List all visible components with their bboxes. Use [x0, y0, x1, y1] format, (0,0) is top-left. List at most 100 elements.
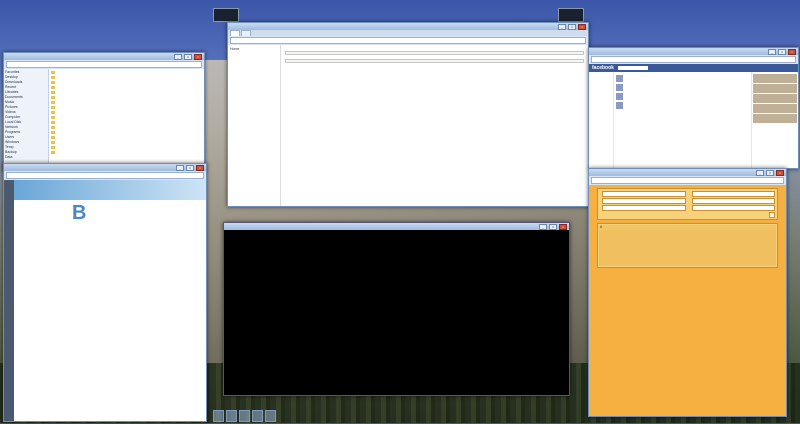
- explorer-window[interactable]: _ □ × Favorites Desktop Downloads Recent Lib…: [3, 52, 205, 172]
- facebook-right-column[interactable]: [752, 72, 798, 168]
- close-button[interactable]: ×: [776, 169, 784, 176]
- facebook-browser-window[interactable]: _ □ × facebook: [588, 47, 799, 169]
- file-row[interactable]: [51, 150, 202, 155]
- terminal-output[interactable]: [224, 230, 569, 396]
- facebook-logo[interactable]: facebook: [592, 64, 614, 72]
- db-icon[interactable]: [265, 410, 276, 422]
- document-browser-window[interactable]: _ □ × Home: [227, 22, 589, 207]
- terminal-window[interactable]: _ □ ×: [223, 222, 570, 396]
- table-cell: [687, 265, 705, 266]
- file-date: [148, 150, 182, 155]
- database-field: [690, 205, 775, 211]
- table-cell: [651, 265, 670, 266]
- doc-sidebar[interactable]: Home: [228, 45, 281, 206]
- sponsored-image[interactable]: [753, 84, 797, 93]
- facebook-post: [616, 93, 749, 100]
- database-field: [690, 191, 775, 197]
- doc-sidebar-link[interactable]: Home: [230, 47, 278, 52]
- minimize-button[interactable]: _: [768, 48, 776, 55]
- pdf-icon[interactable]: [252, 410, 263, 422]
- table-row[interactable]: [599, 265, 776, 266]
- sponsored-image[interactable]: [753, 114, 797, 123]
- table-cell: [722, 265, 741, 266]
- facebook-post: [616, 102, 749, 109]
- database-field: [600, 198, 686, 204]
- table-cell: [740, 265, 759, 266]
- minimize-button[interactable]: _: [756, 169, 764, 176]
- terminal-titlebar[interactable]: _ □ ×: [224, 223, 569, 230]
- folder-icon[interactable]: [239, 410, 250, 422]
- database-search-form: [597, 188, 778, 220]
- maximize-button[interactable]: □: [766, 169, 774, 176]
- pdf-titlebar[interactable]: _ □ ×: [4, 164, 206, 171]
- close-button[interactable]: ×: [194, 53, 202, 60]
- facebook-header: facebook: [589, 64, 798, 72]
- facebook-search-input[interactable]: [617, 66, 648, 70]
- close-button[interactable]: ×: [559, 223, 567, 230]
- sponsored-image[interactable]: [753, 74, 797, 83]
- table-cell: [704, 265, 723, 266]
- facebook-titlebar[interactable]: _ □ ×: [589, 48, 798, 55]
- window-thumbnail-right[interactable]: [558, 8, 584, 22]
- facebook-news-feed[interactable]: [613, 72, 752, 168]
- close-button[interactable]: ×: [578, 23, 586, 30]
- maximize-button[interactable]: □: [778, 48, 786, 55]
- doc-code-block-2: [285, 59, 584, 63]
- file-type: [182, 150, 202, 155]
- pdf-navigation-pane[interactable]: [4, 180, 14, 421]
- doc-tab[interactable]: [241, 30, 251, 36]
- maximize-button[interactable]: □: [568, 23, 576, 30]
- table-cell: [669, 265, 687, 266]
- nav-pane-item[interactable]: Data: [5, 155, 47, 160]
- pdf-toolbar[interactable]: [6, 172, 204, 179]
- explorer-titlebar[interactable]: _ □ ×: [4, 53, 204, 60]
- database-browser-window[interactable]: _ □ × #: [588, 168, 787, 417]
- database-results-table: #: [599, 225, 776, 266]
- database-field-input[interactable]: [602, 198, 686, 204]
- facebook-address-bar[interactable]: [591, 56, 796, 63]
- facebook-left-menu[interactable]: [589, 72, 613, 168]
- close-button[interactable]: ×: [196, 164, 204, 171]
- maximize-button[interactable]: □: [186, 164, 194, 171]
- pdf-section-letter: B: [72, 202, 87, 224]
- database-field-input[interactable]: [602, 191, 686, 197]
- doc-tab[interactable]: [230, 30, 240, 36]
- doc-content: [281, 45, 588, 206]
- minimize-button[interactable]: _: [558, 23, 566, 30]
- facebook-post: [616, 75, 749, 82]
- close-button[interactable]: ×: [788, 48, 796, 55]
- sponsored-image[interactable]: [753, 104, 797, 113]
- database-field-input[interactable]: [691, 191, 775, 197]
- window-thumbnail-left[interactable]: [213, 8, 239, 22]
- facebook-post: [616, 84, 749, 91]
- pdf-viewer-window[interactable]: _ □ × B: [3, 163, 207, 422]
- database-search-button[interactable]: [769, 212, 775, 218]
- firefox-icon[interactable]: [213, 410, 224, 422]
- database-field: [690, 198, 775, 204]
- table-cell: [633, 265, 652, 266]
- terminal-icon[interactable]: [226, 410, 237, 422]
- database-address-bar[interactable]: [591, 177, 784, 184]
- doc-titlebar[interactable]: _ □ ×: [228, 23, 588, 30]
- explorer-nav-pane[interactable]: Favorites Desktop Downloads Recent Libraries…: [4, 69, 49, 171]
- doc-code-block-1: [285, 51, 584, 55]
- database-field-input[interactable]: [602, 205, 686, 211]
- doc-tab-strip[interactable]: [228, 30, 588, 36]
- maximize-button[interactable]: □: [184, 53, 192, 60]
- sponsored-image[interactable]: [753, 94, 797, 103]
- minimize-button[interactable]: _: [539, 223, 547, 230]
- avatar[interactable]: [616, 93, 623, 100]
- maximize-button[interactable]: □: [549, 223, 557, 230]
- minimize-button[interactable]: _: [174, 53, 182, 60]
- avatar[interactable]: [616, 84, 623, 91]
- minimize-button[interactable]: _: [176, 164, 184, 171]
- explorer-file-list[interactable]: [49, 69, 204, 171]
- database-field-input[interactable]: [691, 205, 775, 211]
- doc-address-bar[interactable]: [230, 37, 586, 44]
- explorer-address-bar[interactable]: [6, 61, 202, 68]
- database-field-input[interactable]: [691, 198, 775, 204]
- avatar[interactable]: [616, 102, 623, 109]
- database-titlebar[interactable]: _ □ ×: [589, 169, 786, 176]
- avatar[interactable]: [616, 75, 623, 82]
